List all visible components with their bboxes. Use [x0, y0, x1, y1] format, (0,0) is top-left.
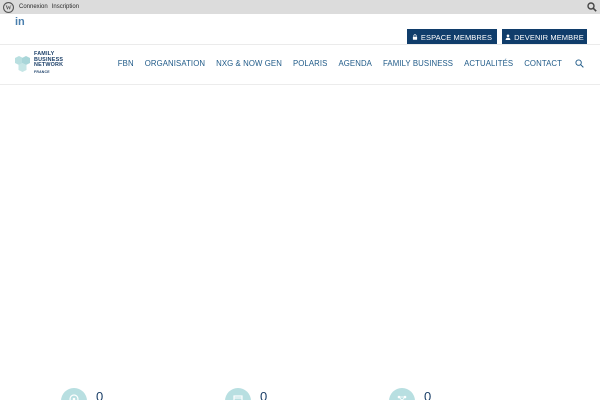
user-icon [505, 34, 511, 40]
nav-item-contact[interactable]: CONTACT [524, 59, 562, 68]
globe-icon [69, 394, 79, 400]
logo-sub: FRANCE [34, 69, 50, 74]
counter-value: 0 [96, 389, 104, 400]
search-icon[interactable] [587, 2, 597, 12]
counter-3: 0 [389, 388, 431, 400]
main-nav: FBN ORGANISATION NXG & NOW GEN POLARIS A… [107, 59, 584, 68]
svg-text:W: W [5, 5, 11, 11]
espace-membres-label: ESPACE MEMBRES [420, 32, 493, 42]
nav-item-organisation[interactable]: ORGANISATION [145, 59, 205, 68]
counter-value: 0 [424, 389, 432, 400]
counter-circle [61, 388, 87, 400]
wordpress-icon[interactable]: W [1, 0, 15, 14]
counter-value: 0 [260, 389, 268, 400]
register-link[interactable]: Inscription [52, 4, 79, 10]
site-header: FAMILY BUSINESS NETWORK FRANCE FBN ORGAN… [0, 45, 600, 84]
devenir-membre-label: DEVENIR MEMBRE [514, 32, 584, 42]
espace-membres-button[interactable]: ESPACE MEMBRES [407, 29, 497, 45]
nav-item-family-business[interactable]: FAMILY BUSINESS [383, 59, 453, 68]
lock-icon [412, 34, 417, 40]
nav-item-fbn[interactable]: FBN [118, 59, 134, 68]
site-logo[interactable]: FAMILY BUSINESS NETWORK FRANCE [12, 51, 72, 79]
logo-text: FAMILY BUSINESS NETWORK FRANCE [34, 51, 64, 75]
nav-item-agenda[interactable]: AGENDA [338, 59, 372, 68]
login-link[interactable]: Connexion [19, 4, 48, 10]
logo-line-3: NETWORK [34, 62, 64, 69]
counter-circle [225, 388, 251, 400]
divider [0, 84, 600, 85]
nav-item-actualites[interactable]: ACTUALITÉS [464, 59, 513, 68]
linkedin-icon[interactable]: in [15, 16, 25, 28]
top-strip: in ESPACE MEMBRES DEVENIR MEMBRE [0, 14, 600, 45]
counter-1: 0 [61, 388, 103, 400]
search-icon[interactable] [575, 59, 584, 68]
nav-item-polaris[interactable]: POLARIS [293, 59, 328, 68]
nav-item-nxg-now-gen[interactable]: NXG & NOW GEN [216, 59, 282, 68]
network-icon [397, 395, 407, 400]
logo-mark-icon [15, 56, 30, 72]
counter-2: 0 [225, 388, 267, 400]
admin-bar: W Connexion Inscription [0, 0, 600, 14]
devenir-membre-button[interactable]: DEVENIR MEMBRE [502, 29, 587, 45]
counter-circle [389, 388, 415, 400]
briefcase-icon [233, 395, 243, 400]
